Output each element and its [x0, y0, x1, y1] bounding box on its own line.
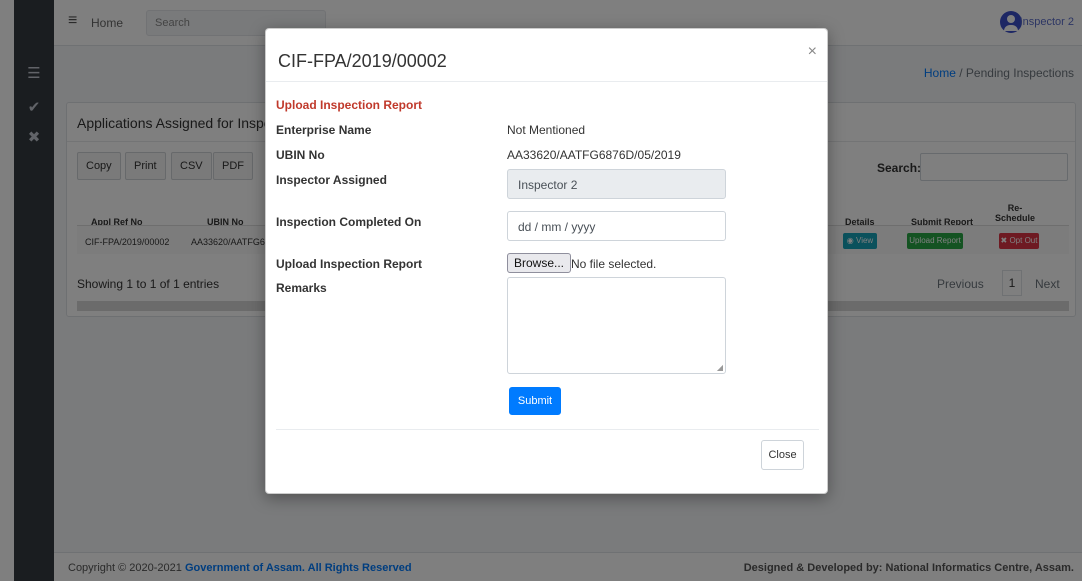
enterprise-name-label: Enterprise Name	[276, 123, 372, 137]
no-file-text: No file selected.	[571, 257, 657, 271]
modal-close-icon[interactable]: ×	[808, 43, 817, 61]
ubin-value: AA33620/AATFG6876D/05/2019	[507, 148, 681, 162]
modal-footer-divider	[276, 429, 819, 430]
modal-title: CIF-FPA/2019/00002	[278, 51, 447, 71]
resize-handle-icon[interactable]: ◢	[717, 363, 723, 372]
section-title: Upload Inspection Report	[276, 98, 423, 112]
inspector-assigned-field: Inspector 2	[507, 169, 726, 199]
ubin-label: UBIN No	[276, 148, 325, 162]
inspection-completed-label: Inspection Completed On	[276, 215, 422, 229]
upload-report-label: Upload Inspection Report	[276, 257, 423, 271]
modal-header-divider	[266, 81, 827, 82]
inspector-assigned-label: Inspector Assigned	[276, 173, 387, 187]
inspection-date-input[interactable]: dd / mm / yyyy	[507, 211, 726, 241]
browse-button[interactable]: Browse...	[507, 253, 572, 273]
close-button[interactable]: Close	[761, 440, 804, 470]
remarks-label: Remarks	[276, 281, 327, 295]
upload-report-modal: CIF-FPA/2019/00002 × Upload Inspection R…	[265, 28, 828, 494]
submit-button[interactable]: Submit	[509, 387, 561, 415]
remarks-textarea[interactable]: ◢	[507, 277, 726, 374]
enterprise-name-value: Not Mentioned	[507, 123, 586, 137]
